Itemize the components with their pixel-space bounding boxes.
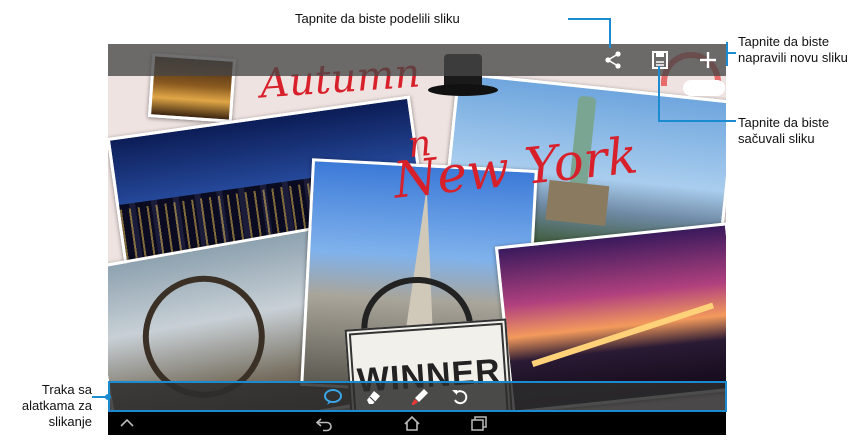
callout-drawing-toolbar: Traka sa alatkama za slikanje	[21, 382, 92, 429]
leader-line-save-v	[658, 66, 660, 122]
action-bar	[108, 44, 726, 76]
share-icon[interactable]	[603, 50, 623, 70]
plus-icon[interactable]	[698, 50, 718, 70]
toolbar-highlight-frame	[108, 381, 727, 412]
leader-line-share-h	[568, 18, 611, 20]
save-icon[interactable]	[650, 50, 670, 70]
drawing-canvas[interactable]: WINNER Autumn n New York	[108, 44, 726, 435]
up-chevron-icon[interactable]	[118, 415, 136, 432]
callout-new-picture: Tapnite da biste napravili novu sliku	[738, 34, 848, 65]
leader-dot-toolbar	[105, 394, 111, 400]
cloud-sticker	[683, 80, 725, 96]
callout-share: Tapnite da biste podelili sliku	[295, 11, 460, 26]
leader-line-share-v	[609, 18, 611, 48]
back-icon[interactable]	[315, 415, 333, 432]
leader-line-new	[728, 52, 736, 54]
home-icon[interactable]	[403, 415, 421, 432]
system-navigation-bar	[108, 412, 726, 435]
recent-apps-icon[interactable]	[470, 415, 488, 432]
leader-line-new-v	[726, 42, 728, 66]
callout-save-picture: Tapnite da biste sačuvali sliku	[738, 115, 830, 146]
leader-line-save-h	[658, 120, 736, 122]
hat-brim	[428, 84, 498, 96]
bridge-lights-shape	[531, 302, 715, 368]
